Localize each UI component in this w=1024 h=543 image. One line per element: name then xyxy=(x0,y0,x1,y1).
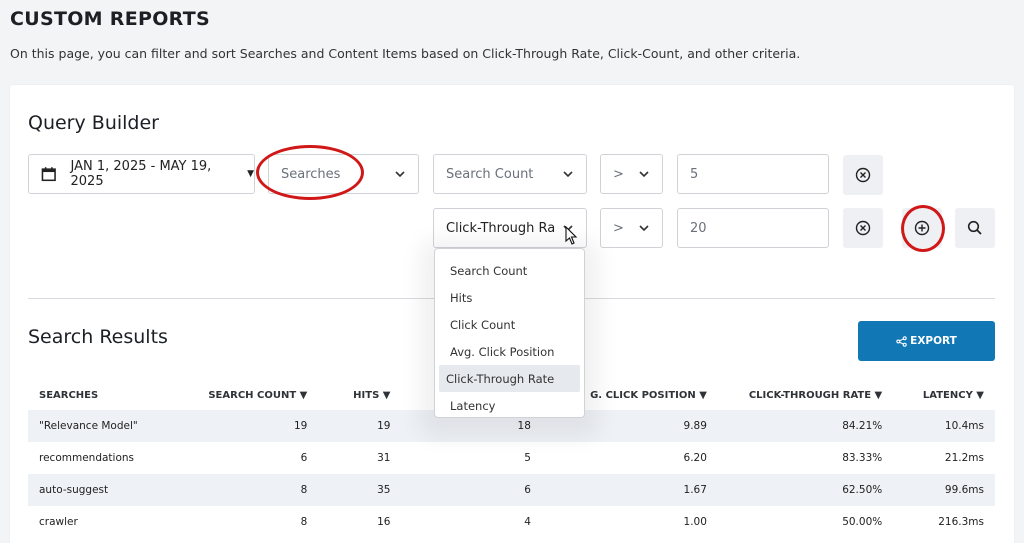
caret-down-icon: ▼ xyxy=(247,169,254,179)
page-description: On this page, you can filter and sort Se… xyxy=(10,46,801,61)
highlight-ring xyxy=(256,145,364,200)
query-builder-title: Query Builder xyxy=(28,112,159,134)
export-button[interactable]: EXPORT xyxy=(858,321,995,361)
cell-click-count: 5 xyxy=(524,452,531,464)
operator-select-2-value: > xyxy=(613,220,624,236)
cell-search-count: 8 xyxy=(165,474,319,506)
remove-condition-button-1[interactable] xyxy=(843,155,883,195)
dropdown-option-avg-click-position[interactable]: Avg. Click Position xyxy=(439,338,580,365)
search-icon xyxy=(967,220,982,235)
value-input-1[interactable]: 5 xyxy=(677,154,829,194)
cell-search-count: 19 xyxy=(165,410,319,442)
value-input-2-text: 20 xyxy=(690,220,707,236)
cell-search-count: 8 xyxy=(300,516,308,528)
calendar-icon xyxy=(41,167,56,182)
operator-select-1[interactable]: > xyxy=(600,154,663,194)
mouse-cursor-icon xyxy=(565,226,578,245)
share-icon xyxy=(896,335,907,347)
cell-avg-click-position: 6.20 xyxy=(683,452,707,464)
search-results-title: Search Results xyxy=(28,326,168,348)
metric-dropdown-menu: Search Count Hits Click Count Avg. Click… xyxy=(434,248,585,418)
metric-select-2[interactable]: Click-Through Ra xyxy=(433,208,587,248)
cell-search: auto-suggest xyxy=(28,474,166,506)
cell-click-count: 4 xyxy=(524,516,531,528)
cell-click-through-rate: 62.50% xyxy=(717,474,894,506)
metric-select-1-value: Search Count xyxy=(446,166,534,182)
cell-click-through-rate: 50.00% xyxy=(842,516,883,528)
cell-latency: 21.2ms xyxy=(944,452,984,464)
col-header-hits[interactable]: HITS ▼ xyxy=(318,380,402,410)
value-input-2[interactable]: 20 xyxy=(677,208,829,248)
date-range-picker[interactable]: JAN 1, 2025 - MAY 19, 2025 ▼ xyxy=(28,154,255,194)
cell-click-through-rate: 84.21% xyxy=(717,410,894,442)
dropdown-option-latency[interactable]: Latency xyxy=(439,392,580,419)
cell-hits: 35 xyxy=(318,474,402,506)
cell-search: "Relevance Model" xyxy=(28,410,166,442)
cell-avg-click-position: 1.67 xyxy=(541,474,718,506)
chevron-down-icon xyxy=(563,171,573,178)
cell-hits: 16 xyxy=(377,516,391,528)
cell-hits: 19 xyxy=(318,410,402,442)
table-row: crawler 8 16 4 1.00 50.00% 216.3ms xyxy=(28,506,995,538)
highlight-ring xyxy=(901,205,945,252)
cell-search: crawler xyxy=(39,516,78,528)
col-header-searches[interactable]: SEARCHES xyxy=(28,380,166,410)
metric-select-2-value: Click-Through Ra xyxy=(446,220,556,236)
cell-latency: 99.6ms xyxy=(893,474,995,506)
cell-click-count: 6 xyxy=(401,474,542,506)
dropdown-option-search-count[interactable]: Search Count xyxy=(439,257,580,284)
col-header-click-through-rate[interactable]: CLICK-THROUGH RATE ▼ xyxy=(717,380,894,410)
cell-latency: 216.3ms xyxy=(938,516,984,528)
cell-latency: 10.4ms xyxy=(893,410,995,442)
col-header-latency[interactable]: LATENCY ▼ xyxy=(893,380,995,410)
table-row: auto-suggest 8 35 6 1.67 62.50% 99.6ms xyxy=(28,474,995,506)
clear-icon xyxy=(855,167,871,183)
metric-select-1[interactable]: Search Count xyxy=(433,154,587,194)
chevron-down-icon xyxy=(639,171,649,178)
chevron-down-icon xyxy=(395,171,405,178)
table-row: recommendations 6 31 5 6.20 83.33% 21.2m… xyxy=(28,442,995,474)
date-range-label: JAN 1, 2025 - MAY 19, 2025 xyxy=(70,159,212,189)
operator-select-1-value: > xyxy=(613,166,624,182)
export-label: EXPORT xyxy=(910,335,957,347)
remove-condition-button-2[interactable] xyxy=(843,208,883,248)
operator-select-2[interactable]: > xyxy=(600,208,663,248)
cell-search: recommendations xyxy=(39,452,134,464)
clear-icon xyxy=(855,220,871,236)
dropdown-option-hits[interactable]: Hits xyxy=(439,284,580,311)
page-title: CUSTOM REPORTS xyxy=(10,8,210,30)
dropdown-option-click-count[interactable]: Click Count xyxy=(439,311,580,338)
col-header-search-count[interactable]: SEARCH COUNT ▼ xyxy=(165,380,319,410)
chevron-down-icon xyxy=(639,225,649,232)
cell-hits: 31 xyxy=(377,452,391,464)
search-button[interactable] xyxy=(955,208,995,248)
dropdown-option-click-through-rate[interactable]: Click-Through Rate xyxy=(439,365,580,392)
cell-click-through-rate: 83.33% xyxy=(842,452,883,464)
cell-avg-click-position: 1.00 xyxy=(683,516,707,528)
value-input-1-text: 5 xyxy=(690,166,699,182)
cell-search-count: 6 xyxy=(300,452,308,464)
